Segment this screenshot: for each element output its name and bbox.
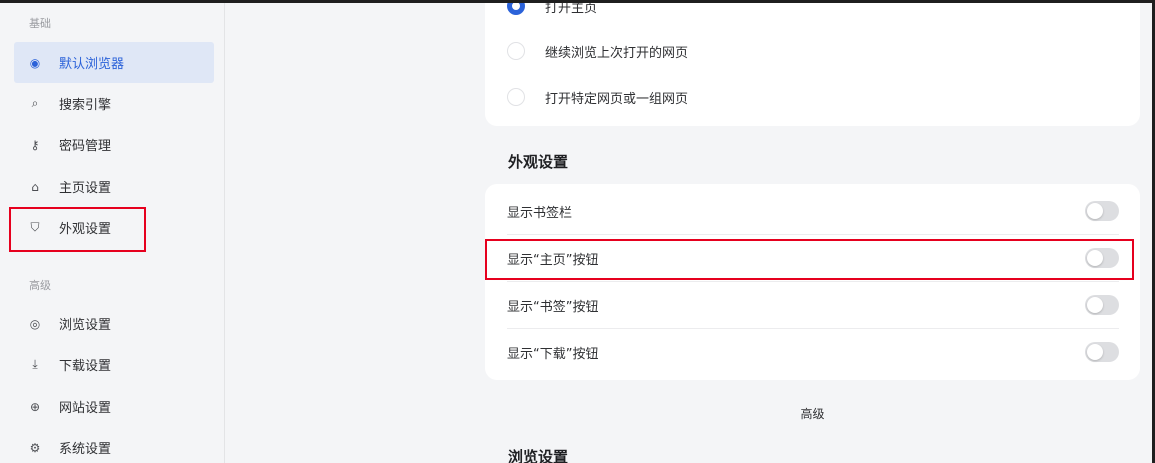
radio-option-open-homepage[interactable]: 打开主页 xyxy=(507,3,597,18)
sidebar-item-download[interactable]: ⤓ 下载设置 xyxy=(14,344,214,385)
toggle-row-bookmark-button[interactable]: 显示“书签”按钮 xyxy=(507,282,1119,328)
sidebar-section-advanced: 高级 xyxy=(29,279,51,292)
appearance-section-title: 外观设置 xyxy=(508,153,569,171)
settings-main: 打开主页 继续浏览上次打开的网页 打开特定网页或一组网页 外观设置 显示书签栏 … xyxy=(226,3,1152,463)
radio-option-continue[interactable]: 继续浏览上次打开的网页 xyxy=(507,39,688,63)
sidebar-item-appearance[interactable]: ⛉ 外观设置 xyxy=(14,207,214,248)
sidebar-item-label: 下载设置 xyxy=(59,359,112,374)
sidebar-item-label: 主页设置 xyxy=(59,181,112,196)
toggle-knob xyxy=(1087,344,1103,360)
sidebar-item-label: 密码管理 xyxy=(59,139,112,154)
radio-label: 打开主页 xyxy=(545,3,598,16)
radio-label: 打开特定网页或一组网页 xyxy=(545,91,689,107)
sidebar-item-label: 浏览设置 xyxy=(59,318,112,333)
toggle-switch[interactable] xyxy=(1085,342,1119,362)
sidebar-item-website[interactable]: ⊕ 网站设置 xyxy=(14,386,214,427)
sidebar-section-basic: 基础 xyxy=(29,17,51,30)
toggle-knob xyxy=(1087,250,1103,266)
sidebar-item-browsing[interactable]: ◎ 浏览设置 xyxy=(14,303,214,344)
sidebar-item-label: 默认浏览器 xyxy=(59,57,125,72)
sidebar-item-label: 外观设置 xyxy=(59,222,112,237)
browse-section-title: 浏览设置 xyxy=(508,448,569,463)
radio-option-specific-pages[interactable]: 打开特定网页或一组网页 xyxy=(507,85,688,109)
advanced-divider-label: 高级 xyxy=(800,407,825,421)
toggle-knob xyxy=(1087,297,1103,313)
startup-card: 打开主页 继续浏览上次打开的网页 打开特定网页或一组网页 xyxy=(485,3,1140,126)
sidebar-item-label: 网站设置 xyxy=(59,401,112,416)
home-icon: ⌂ xyxy=(31,179,39,194)
toggle-row-home-button[interactable]: 显示“主页”按钮 xyxy=(507,235,1119,281)
toggle-knob xyxy=(1087,203,1103,219)
toggle-row-download-button[interactable]: 显示“下载”按钮 xyxy=(507,329,1119,375)
gear-icon: ⚙ xyxy=(29,440,41,455)
toggle-label: 显示“主页”按钮 xyxy=(507,252,599,268)
toggle-row-bookmark-bar[interactable]: 显示书签栏 xyxy=(507,188,1119,234)
sidebar-item-label: 搜索引擎 xyxy=(59,98,112,113)
radio-unchecked-icon[interactable] xyxy=(507,42,525,60)
key-icon: ⚷ xyxy=(30,137,40,152)
radio-label: 继续浏览上次打开的网页 xyxy=(545,45,689,61)
search-icon: ⌕ xyxy=(31,96,39,110)
globe-icon: ◉ xyxy=(29,55,41,70)
settings-sidebar: 基础 ◉ 默认浏览器 ⌕ 搜索引擎 ⚷ 密码管理 ⌂ 主页设置 ⛉ 外观设置 高… xyxy=(0,3,225,463)
toggle-label: 显示“下载”按钮 xyxy=(507,346,599,362)
sidebar-item-system[interactable]: ⚙ 系统设置 xyxy=(14,427,214,463)
eye-icon: ◎ xyxy=(29,316,41,331)
sidebar-item-homepage[interactable]: ⌂ 主页设置 xyxy=(14,166,214,207)
toggle-switch[interactable] xyxy=(1085,248,1119,268)
radio-checked-icon[interactable] xyxy=(507,3,525,15)
toggle-switch[interactable] xyxy=(1085,201,1119,221)
toggle-switch[interactable] xyxy=(1085,295,1119,315)
web-icon: ⊕ xyxy=(29,399,41,414)
appearance-card: 显示书签栏 显示“主页”按钮 显示“书签”按钮 显示“下载”按钮 xyxy=(485,184,1140,380)
sidebar-item-password[interactable]: ⚷ 密码管理 xyxy=(14,124,214,165)
sidebar-item-default-browser[interactable]: ◉ 默认浏览器 xyxy=(14,42,214,83)
brush-icon: ⛉ xyxy=(30,220,40,234)
toggle-label: 显示“书签”按钮 xyxy=(507,299,599,315)
sidebar-item-search-engine[interactable]: ⌕ 搜索引擎 xyxy=(14,83,214,124)
toggle-label: 显示书签栏 xyxy=(507,205,573,221)
radio-unchecked-icon[interactable] xyxy=(507,88,525,106)
sidebar-item-label: 系统设置 xyxy=(59,442,112,457)
settings-window: 基础 ◉ 默认浏览器 ⌕ 搜索引擎 ⚷ 密码管理 ⌂ 主页设置 ⛉ 外观设置 高… xyxy=(0,3,1152,463)
download-icon: ⤓ xyxy=(32,357,38,371)
